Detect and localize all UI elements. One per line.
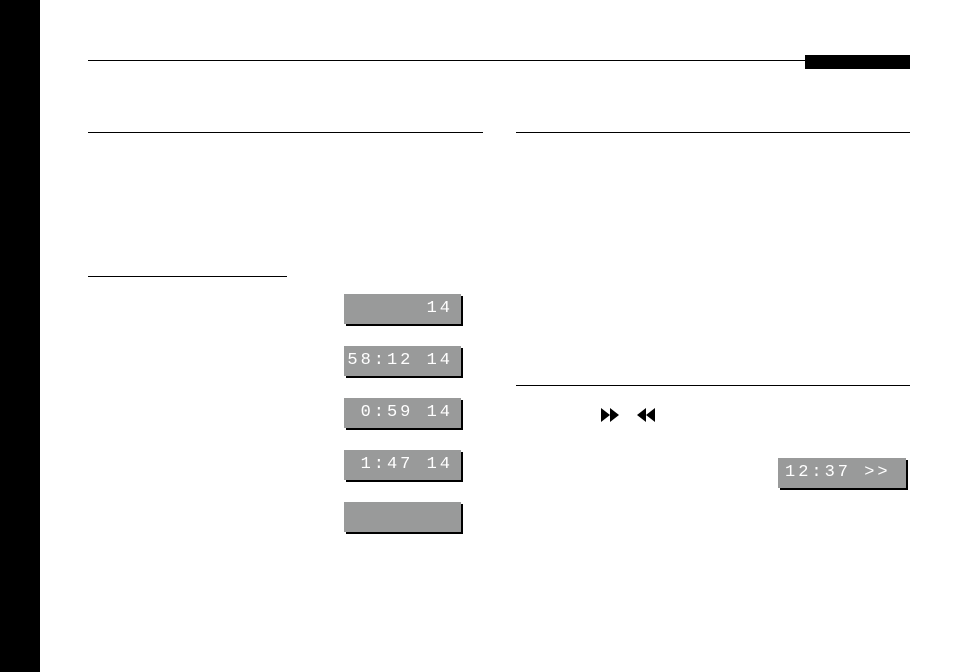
left-column-rule bbox=[88, 132, 483, 133]
right-column-rule bbox=[516, 132, 910, 133]
display-track-number: 14 bbox=[344, 294, 461, 324]
display-seek-time: 12:37 >> bbox=[778, 458, 906, 488]
section-tab-marker bbox=[805, 55, 910, 69]
display-total-time: 58:12 14 bbox=[344, 346, 461, 376]
display-blank bbox=[344, 502, 461, 532]
display-elapsed-time: 0:59 14 bbox=[344, 398, 461, 428]
seek-icons bbox=[601, 408, 661, 427]
top-horizontal-rule bbox=[88, 60, 910, 61]
right-subsection-rule bbox=[516, 385, 910, 386]
left-sidebar-bar bbox=[0, 0, 40, 672]
display-remaining-time: 1:47 14 bbox=[344, 450, 461, 480]
left-subsection-rule bbox=[88, 276, 287, 277]
